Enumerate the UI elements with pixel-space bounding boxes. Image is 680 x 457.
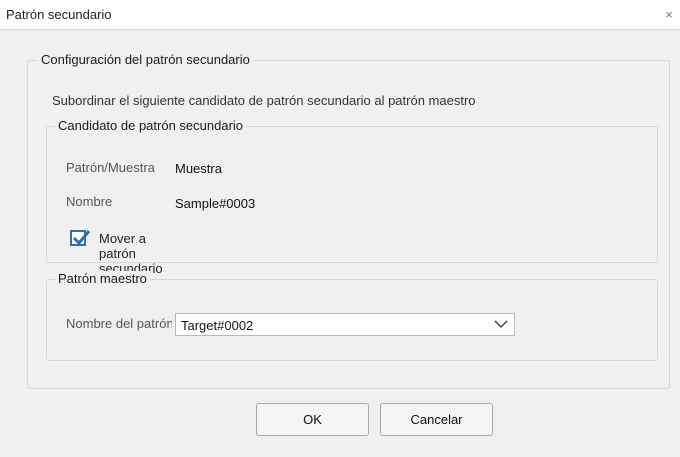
ok-button[interactable]: OK	[256, 403, 369, 436]
master-name-label: Nombre del patrón	[66, 316, 172, 331]
cancel-button[interactable]: Cancelar	[380, 403, 493, 436]
config-group-legend: Configuración del patrón secundario	[38, 52, 253, 67]
name-value: Sample#0003	[175, 196, 256, 211]
name-label: Nombre	[66, 194, 113, 209]
dialog-window: Patrón secundario × Configuración del pa…	[0, 0, 680, 457]
chevron-down-icon[interactable]	[494, 320, 508, 329]
close-icon[interactable]: ×	[658, 0, 680, 29]
config-description: Subordinar el siguiente candidato de pat…	[52, 93, 476, 108]
move-to-secondary-checkbox[interactable]	[70, 230, 91, 246]
title-bar: Patrón secundario ×	[0, 0, 680, 30]
master-pattern-selected: Target#0002	[181, 318, 254, 333]
window-title: Patrón secundario	[6, 7, 112, 22]
checkmark-icon	[72, 230, 91, 246]
master-pattern-dropdown[interactable]: Target#0002	[175, 313, 515, 336]
candidate-group-legend: Candidato de patrón secundario	[55, 118, 247, 133]
pattern-sample-label: Patrón/Muestra	[66, 160, 155, 175]
master-group-legend: Patrón maestro	[55, 271, 150, 286]
pattern-sample-value: Muestra	[175, 161, 222, 176]
move-to-secondary-label[interactable]: Mover a patrón secundario	[99, 231, 163, 276]
